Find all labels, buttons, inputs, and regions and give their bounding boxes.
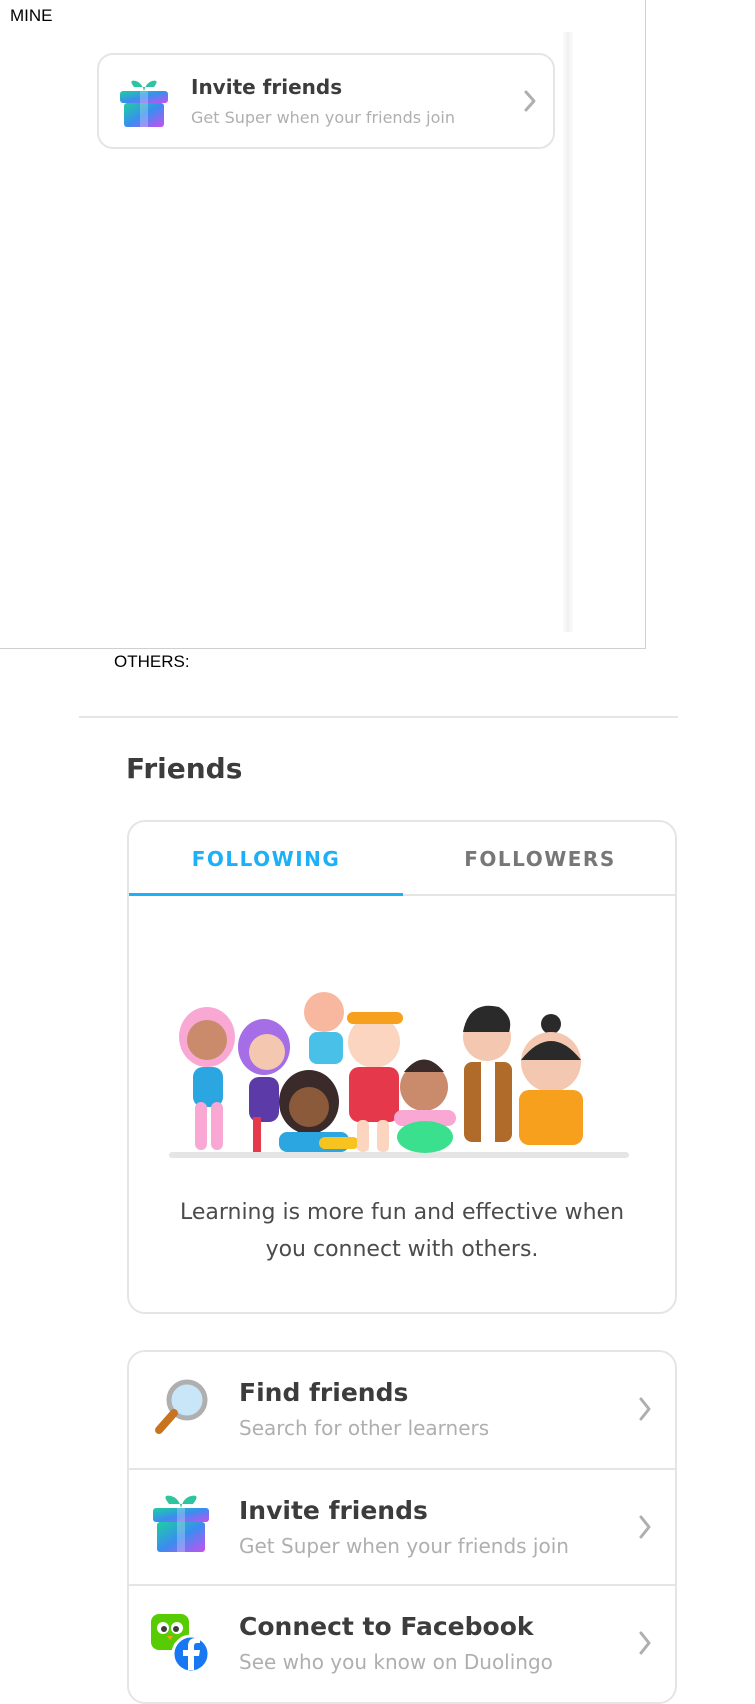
others-caption: OTHERS: <box>114 652 190 671</box>
connect-facebook-row[interactable]: Connect to Facebook See who you know on … <box>129 1584 675 1702</box>
page-title: Friends <box>126 752 243 785</box>
friends-tabs-card: FOLLOWING FOLLOWERS Learning is more fun… <box>127 820 677 1314</box>
find-friends-title: Find friends <box>239 1378 409 1407</box>
invite-friends-row[interactable]: Invite friends Get Super when your frien… <box>129 1468 675 1586</box>
chevron-right-icon <box>639 1515 651 1539</box>
magnifier-icon <box>155 1379 208 1434</box>
facebook-duo-icon <box>151 1614 211 1674</box>
chevron-right-icon <box>639 1631 651 1655</box>
active-tab-indicator <box>129 893 403 896</box>
chevron-right-icon <box>524 90 536 112</box>
mine-caption: MINE <box>10 6 53 25</box>
tab-following[interactable]: FOLLOWING <box>129 822 403 896</box>
connect-facebook-subtitle: See who you know on Duolingo <box>239 1650 553 1674</box>
tab-followers[interactable]: FOLLOWERS <box>403 822 675 896</box>
invite-friends-subtitle: Get Super when your friends join <box>239 1534 569 1558</box>
divider <box>79 716 678 718</box>
find-friends-subtitle: Search for other learners <box>239 1416 490 1440</box>
scrollbar[interactable] <box>563 32 573 632</box>
invite-friends-title: Invite friends <box>239 1496 428 1525</box>
find-friends-row[interactable]: Find friends Search for other learners <box>129 1352 675 1468</box>
invite-title: Invite friends <box>191 75 343 99</box>
friends-illustration <box>169 992 629 1158</box>
chevron-right-icon <box>639 1397 651 1421</box>
invite-friends-card[interactable]: Invite friends Get Super when your frien… <box>97 53 555 149</box>
invite-subtitle: Get Super when your friends join <box>191 108 455 127</box>
empty-message-line-1: Learning is more fun and effective when <box>179 1200 625 1225</box>
empty-state-message: Learning is more fun and effective when … <box>149 1194 655 1268</box>
gift-icon <box>153 1495 209 1552</box>
connect-facebook-title: Connect to Facebook <box>239 1612 534 1641</box>
friends-actions-card: Find friends Search for other learners I… <box>127 1350 677 1704</box>
empty-message-line-2: you connect with others. <box>265 1237 539 1262</box>
gift-icon <box>120 80 168 127</box>
